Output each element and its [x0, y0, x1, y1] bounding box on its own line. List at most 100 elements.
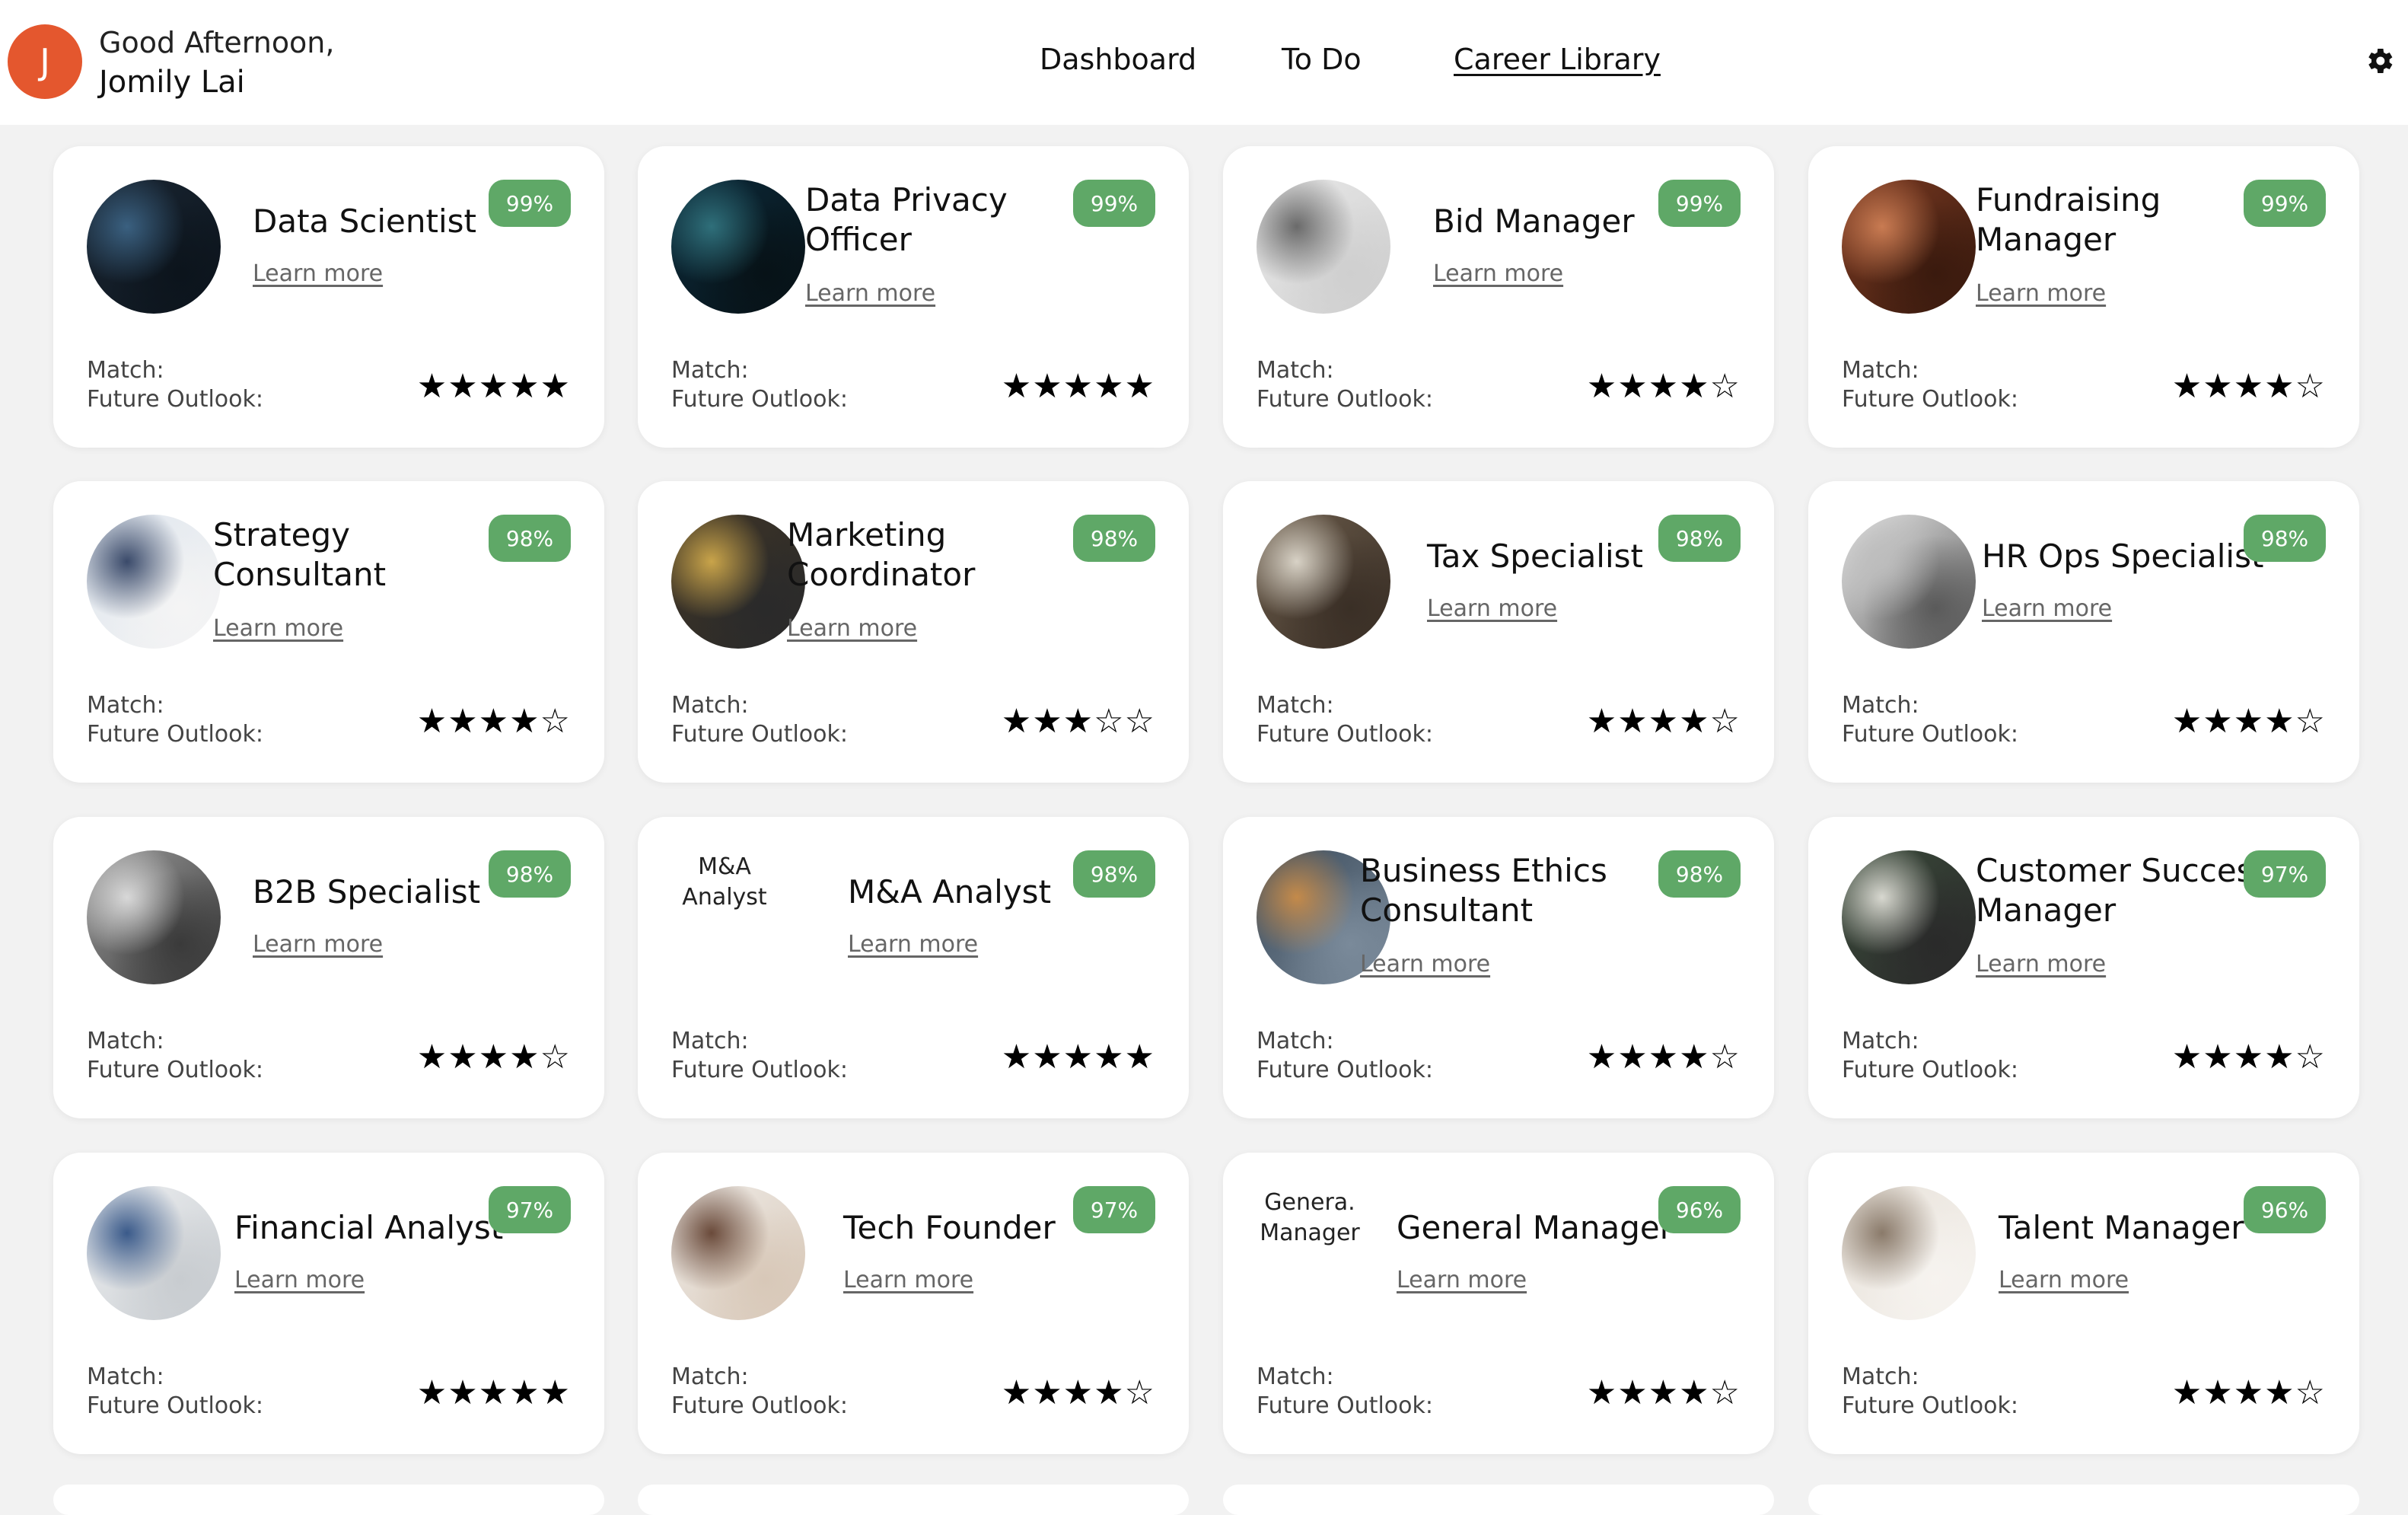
learn-more-link[interactable]: Learn more [843, 1267, 973, 1293]
match-percentage-badge: 97% [1073, 1186, 1155, 1233]
future-outlook-label: Future Outlook: [671, 1392, 848, 1419]
career-title: Bid Manager [1433, 203, 1635, 240]
career-card[interactable]: B2B Specialist Learn more 98% Match: Future … [53, 817, 604, 1118]
learn-more-link[interactable]: Learn more [787, 615, 917, 642]
career-card[interactable]: M&A Analyst M&A Analyst Learn more 98% Match:… [638, 817, 1189, 1118]
career-grid: Data Scientist Learn more 99% Match: Future … [0, 125, 2408, 1515]
main-nav: Dashboard To Do Career Library [0, 43, 2408, 88]
learn-more-link[interactable]: Learn more [213, 615, 343, 642]
match-label: Match: [1257, 692, 1334, 719]
learn-more-link[interactable]: Learn more [1427, 595, 1557, 622]
match-percentage-badge: 97% [489, 1186, 571, 1233]
career-card[interactable]: Marketing Coordinator Learn more 98% Match: F… [638, 481, 1189, 783]
learn-more-link[interactable]: Learn more [1982, 595, 2112, 622]
future-outlook-label: Future Outlook: [87, 1057, 263, 1083]
career-image [671, 1186, 805, 1320]
career-image [1842, 850, 1976, 984]
future-outlook-label: Future Outlook: [87, 1392, 263, 1419]
learn-more-link[interactable]: Learn more [234, 1267, 365, 1293]
career-title: Fundraising [1976, 181, 2161, 218]
match-percentage-badge: 98% [2244, 515, 2326, 562]
career-card[interactable]: Fundraising Manager Learn more 99% Match: Fut… [1808, 146, 2359, 448]
nav-to-do[interactable]: To Do [1282, 43, 1362, 76]
nav-career-library[interactable]: Career Library [1454, 43, 1661, 76]
career-card[interactable]: HR Ops Specialist Learn more 98% Match: Futu… [1808, 481, 2359, 783]
future-outlook-label: Future Outlook: [671, 1057, 848, 1083]
learn-more-link[interactable]: Learn more [1360, 951, 1490, 978]
future-outlook-stars: ★★★★★ [416, 367, 571, 406]
career-image [87, 180, 221, 314]
learn-more-link[interactable]: Learn more [805, 280, 935, 307]
career-card[interactable]: Bid Manager Learn more 99% Match: Future Out… [1223, 146, 1774, 448]
learn-more-link[interactable]: Learn more [253, 260, 383, 287]
future-outlook-stars: ★★★★☆ [1586, 1373, 1741, 1412]
future-outlook-label: Future Outlook: [1257, 386, 1433, 413]
career-card[interactable]: Genera. Manager General Manager Learn more 9… [1223, 1153, 1774, 1454]
learn-more-link[interactable]: Learn more [1976, 951, 2106, 978]
learn-more-link[interactable]: Learn more [1976, 280, 2106, 307]
match-percentage-badge: 98% [1073, 515, 1155, 562]
card-metrics-labels: Match: Future Outlook: [1257, 1363, 1433, 1421]
future-outlook-stars: ★★★☆☆ [1001, 702, 1155, 741]
match-label: Match: [1257, 357, 1334, 384]
future-outlook-label: Future Outlook: [1842, 1057, 2018, 1083]
card-metrics-labels: Match: Future Outlook: [87, 1363, 263, 1421]
learn-more-link[interactable]: Learn more [1433, 260, 1563, 287]
career-card[interactable]: Data Scientist Learn more 99% Match: Future … [53, 146, 604, 448]
learn-more-link[interactable]: Learn more [1999, 1267, 2129, 1293]
match-label: Match: [87, 1364, 164, 1390]
career-card[interactable]: Data Privacy Officer Learn more 99% Match: Fu… [638, 146, 1189, 448]
match-label: Match: [671, 692, 749, 719]
career-card[interactable]: Business Ethics Consultant Learn more 98% Ma… [1223, 817, 1774, 1118]
card-metrics-labels: Match: Future Outlook: [1842, 356, 2018, 414]
alt-text-line: M&A [698, 853, 751, 880]
match-percentage-badge: 96% [1658, 1186, 1741, 1233]
career-image-alt-text: M&A Analyst [671, 852, 778, 986]
career-card[interactable]: Strategy Consultant Learn more 98% Match: Fut… [53, 481, 604, 783]
match-label: Match: [671, 1364, 749, 1390]
career-card[interactable]: Tax Specialist Learn more 98% Match: Future … [1223, 481, 1774, 783]
career-card[interactable]: Tech Founder Learn more 97% Match: Future Ou… [638, 1153, 1189, 1454]
future-outlook-label: Future Outlook: [671, 721, 848, 748]
match-percentage-badge: 96% [2244, 1186, 2326, 1233]
learn-more-link[interactable]: Learn more [1397, 1267, 1527, 1293]
nav-dashboard[interactable]: Dashboard [1040, 43, 1196, 76]
learn-more-link[interactable]: Learn more [253, 931, 383, 958]
career-title: HR Ops Specialist [1982, 537, 2264, 575]
career-title: Talent Manager [1999, 1209, 2244, 1246]
career-card[interactable]: Customer Success Manager Learn more 97% Matc… [1808, 817, 2359, 1118]
career-image [87, 850, 221, 984]
future-outlook-stars: ★★★★☆ [2171, 1038, 2326, 1076]
match-label: Match: [87, 692, 164, 719]
future-outlook-stars: ★★★★☆ [2171, 1373, 2326, 1412]
career-card-partial [53, 1485, 604, 1515]
future-outlook-label: Future Outlook: [1842, 721, 2018, 748]
match-percentage-badge: 98% [489, 850, 571, 898]
career-card[interactable]: Talent Manager Learn more 96% Match: Future … [1808, 1153, 2359, 1454]
match-label: Match: [1842, 357, 1919, 384]
career-image [1257, 515, 1390, 649]
match-percentage-badge: 98% [1658, 515, 1741, 562]
card-metrics-labels: Match: Future Outlook: [1257, 356, 1433, 414]
gear-icon[interactable] [2362, 44, 2396, 78]
career-title: Consultant [1360, 891, 1534, 929]
card-metrics-labels: Match: Future Outlook: [87, 356, 263, 414]
career-title: Strategy [213, 516, 350, 553]
match-label: Match: [87, 357, 164, 384]
alt-text-line: Genera. [1264, 1189, 1355, 1216]
future-outlook-label: Future Outlook: [87, 721, 263, 748]
future-outlook-stars: ★★★★☆ [1586, 1038, 1741, 1076]
career-title: M&A Analyst [848, 873, 1052, 911]
match-percentage-badge: 98% [489, 515, 571, 562]
card-metrics-labels: Match: Future Outlook: [1257, 1027, 1433, 1085]
learn-more-link[interactable]: Learn more [848, 931, 978, 958]
career-title: Manager [1976, 221, 2117, 258]
future-outlook-stars: ★★★★☆ [416, 1038, 571, 1076]
career-image [671, 515, 805, 649]
match-percentage-badge: 97% [2244, 850, 2326, 898]
future-outlook-stars: ★★★★☆ [1586, 367, 1741, 406]
career-card[interactable]: Financial Analyst Learn more 97% Match: Futu… [53, 1153, 604, 1454]
card-metrics-labels: Match: Future Outlook: [1842, 1363, 2018, 1421]
match-label: Match: [87, 1028, 164, 1054]
future-outlook-stars: ★★★★★ [1001, 367, 1155, 406]
